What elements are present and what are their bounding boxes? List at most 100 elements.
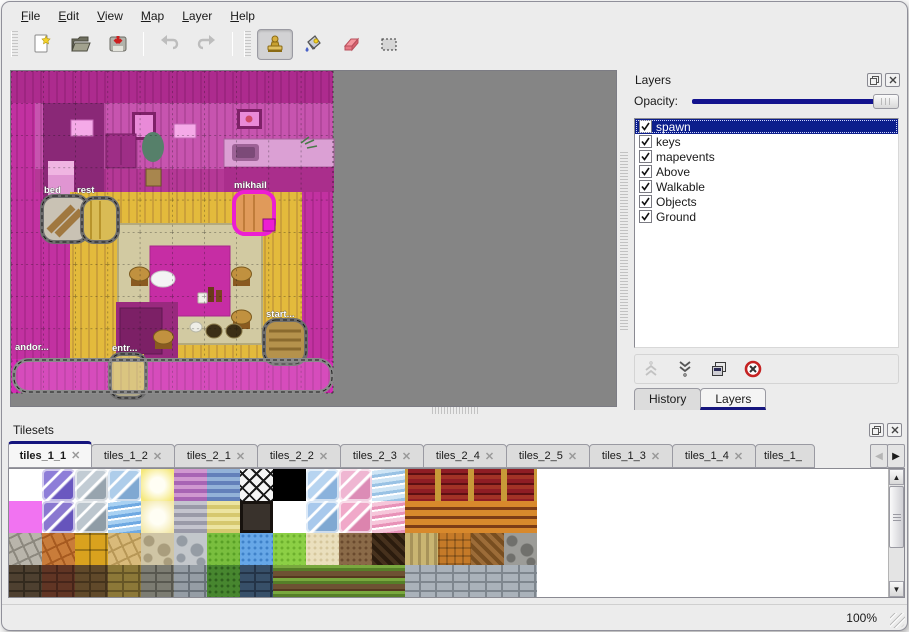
tileset-tile[interactable] xyxy=(9,565,42,597)
layer-visibility-checkbox[interactable] xyxy=(639,150,652,163)
tileset-tab[interactable]: tiles_1_4✕ xyxy=(672,444,756,468)
tileset-tile[interactable] xyxy=(372,565,405,597)
layer-row-objects[interactable]: Objects xyxy=(635,194,898,209)
layer-row-ground[interactable]: Ground xyxy=(635,209,898,224)
map-canvas[interactable]: bed rest mikhail start... xyxy=(10,70,617,407)
tileset-tab[interactable]: tiles_2_1✕ xyxy=(174,444,258,468)
tileset-tile[interactable] xyxy=(273,533,306,565)
tab-close-icon[interactable]: ✕ xyxy=(402,450,411,463)
tileset-tile[interactable] xyxy=(339,501,372,533)
tileset-tile[interactable] xyxy=(273,501,306,533)
tileset-tile[interactable] xyxy=(372,501,405,533)
bucket-fill-tool-button[interactable] xyxy=(295,29,331,60)
layer-row-spawn[interactable]: spawn xyxy=(635,119,898,134)
float-panel-button[interactable] xyxy=(867,73,882,87)
layer-visibility-checkbox[interactable] xyxy=(639,195,652,208)
rect-select-tool-button[interactable] xyxy=(371,29,407,60)
tileset-tile[interactable] xyxy=(339,469,372,501)
resize-grip[interactable] xyxy=(890,613,905,628)
tab-layers[interactable]: Layers xyxy=(700,388,766,410)
scroll-tabs-right-button[interactable]: ▶ xyxy=(887,444,905,468)
layer-row-mapevents[interactable]: mapevents xyxy=(635,149,898,164)
tileset-tile[interactable] xyxy=(75,565,108,597)
tab-history[interactable]: History xyxy=(634,388,701,410)
tileset-tile[interactable] xyxy=(471,469,504,501)
layer-list[interactable]: spawn keys mapevents Above Walkable Obje… xyxy=(634,118,899,348)
tileset-tile[interactable] xyxy=(471,533,504,565)
tileset-tile[interactable] xyxy=(405,469,438,501)
menu-file[interactable]: File xyxy=(12,7,49,25)
new-map-button[interactable] xyxy=(24,29,60,60)
tileset-tab[interactable]: tiles_1_ xyxy=(755,444,815,468)
tileset-tile[interactable] xyxy=(372,533,405,565)
tileset-tile[interactable] xyxy=(108,565,141,597)
tileset-tile[interactable] xyxy=(9,533,42,565)
tab-close-icon[interactable]: ✕ xyxy=(71,449,80,462)
layer-row-keys[interactable]: keys xyxy=(635,134,898,149)
tileset-tile[interactable] xyxy=(174,533,207,565)
tileset-tile[interactable] xyxy=(42,565,75,597)
tileset-tab[interactable]: tiles_2_5✕ xyxy=(506,444,590,468)
scrollbar-thumb[interactable] xyxy=(889,486,904,548)
layer-visibility-checkbox[interactable] xyxy=(639,210,652,223)
tileset-tile[interactable] xyxy=(471,565,504,597)
tileset-tile[interactable] xyxy=(9,501,42,533)
toolbar-grip[interactable] xyxy=(11,31,18,57)
close-panel-button[interactable] xyxy=(887,423,902,437)
raise-layer-button[interactable] xyxy=(639,357,663,381)
tileset-tile[interactable] xyxy=(141,533,174,565)
opacity-slider-track[interactable] xyxy=(692,99,895,104)
tileset-tile[interactable] xyxy=(141,565,174,597)
tileset-tile[interactable] xyxy=(438,533,471,565)
tileset-tile[interactable] xyxy=(174,501,207,533)
tileset-tile[interactable] xyxy=(42,469,75,501)
tileset-tile[interactable] xyxy=(207,533,240,565)
redo-button[interactable] xyxy=(189,29,225,60)
tab-close-icon[interactable]: ✕ xyxy=(485,450,494,463)
horizontal-splitter[interactable] xyxy=(432,407,478,414)
scroll-tabs-left-button[interactable]: ◀ xyxy=(870,444,888,468)
layer-visibility-checkbox[interactable] xyxy=(639,180,652,193)
tileset-tile[interactable] xyxy=(108,533,141,565)
layer-row-above[interactable]: Above xyxy=(635,164,898,179)
tileset-tile[interactable] xyxy=(471,501,504,533)
tileset-tile[interactable] xyxy=(438,501,471,533)
menu-layer[interactable]: Layer xyxy=(173,7,221,25)
tileset-tab[interactable]: tiles_1_1✕ xyxy=(8,441,92,468)
tileset-tile[interactable] xyxy=(339,565,372,597)
layer-visibility-checkbox[interactable] xyxy=(639,165,652,178)
tileset-tile[interactable] xyxy=(504,533,537,565)
tab-close-icon[interactable]: ✕ xyxy=(568,450,577,463)
scroll-down-button[interactable]: ▼ xyxy=(889,581,904,597)
close-panel-button[interactable] xyxy=(885,73,900,87)
tileset-tile[interactable] xyxy=(108,501,141,533)
tab-close-icon[interactable]: ✕ xyxy=(236,450,245,463)
tileset-tab[interactable]: tiles_2_3✕ xyxy=(340,444,424,468)
tileset-tile[interactable] xyxy=(108,469,141,501)
open-button[interactable] xyxy=(62,29,98,60)
tileset-tab[interactable]: tiles_2_4✕ xyxy=(423,444,507,468)
tileset-tile[interactable] xyxy=(306,469,339,501)
stamp-tool-button[interactable] xyxy=(257,29,293,60)
remove-layer-button[interactable] xyxy=(741,357,765,381)
tileset-tile[interactable] xyxy=(405,501,438,533)
tileset-tile[interactable] xyxy=(504,501,537,533)
scroll-up-button[interactable]: ▲ xyxy=(889,469,904,485)
opacity-slider[interactable] xyxy=(692,93,899,109)
tileset-tile[interactable] xyxy=(240,501,273,533)
lower-layer-button[interactable] xyxy=(673,357,697,381)
tileset-grid[interactable] xyxy=(9,469,537,597)
tileset-tile[interactable] xyxy=(273,469,306,501)
tileset-tile[interactable] xyxy=(273,565,306,597)
tileset-tile[interactable] xyxy=(141,469,174,501)
tileset-tile[interactable] xyxy=(174,565,207,597)
tileset-tile[interactable] xyxy=(339,533,372,565)
layer-row-walkable[interactable]: Walkable xyxy=(635,179,898,194)
menu-view[interactable]: View xyxy=(88,7,132,25)
tileset-tile[interactable] xyxy=(504,469,537,501)
tileset-tab[interactable]: tiles_1_2✕ xyxy=(91,444,175,468)
menu-help[interactable]: Help xyxy=(221,7,264,25)
tileset-tile[interactable] xyxy=(306,501,339,533)
tileset-tile[interactable] xyxy=(240,533,273,565)
tileset-tile[interactable] xyxy=(141,501,174,533)
